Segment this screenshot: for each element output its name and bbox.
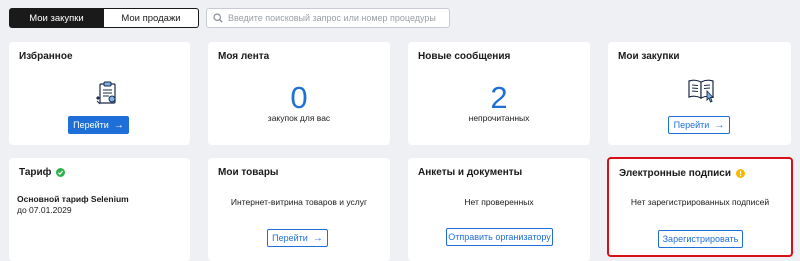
purchases-go-button[interactable]: Перейти → [668, 116, 730, 134]
search-input[interactable] [228, 9, 438, 27]
purchases-card: Мои закупки Перейти → [608, 42, 791, 145]
purchase-sales-toggle: Мои закупки Мои продажи [9, 8, 199, 28]
tab-my-purchases[interactable]: Мои закупки [9, 8, 104, 28]
goods-card: Мои товары Интернет-витрина товаров и ус… [208, 158, 390, 261]
goods-title: Мои товары [218, 167, 279, 178]
feed-title: Моя лента [218, 51, 270, 62]
signatures-title-row: Электронные подписи [619, 168, 745, 179]
feed-caption: закупок для вас [267, 113, 331, 123]
favorites-go-button[interactable]: Перейти → [68, 116, 129, 134]
goods-go-button[interactable]: Перейти → [267, 229, 328, 247]
goods-caption: Интернет-витрина товаров и услуг [230, 197, 368, 207]
arrow-right-icon: → [113, 119, 124, 131]
signatures-caption: Нет зарегистрированных подписей [630, 197, 770, 207]
favorites-title: Избранное [19, 51, 73, 62]
tariff-until: до 07.01.2029 [17, 205, 72, 215]
warning-circle-icon [736, 169, 745, 178]
forms-caption: Нет проверенных [464, 197, 534, 207]
search-field[interactable] [206, 8, 450, 28]
goods-go-label: Перейти [272, 233, 308, 243]
tariff-card: Тариф Основной тариф Selenium до 07.01.2… [9, 158, 190, 261]
messages-caption: непрочитанных [468, 113, 530, 123]
search-icon [213, 13, 223, 23]
check-circle-icon [56, 168, 66, 177]
messages-title: Новые сообщения [418, 51, 511, 62]
messages-count: 2 [490, 80, 508, 115]
send-to-organizer-button[interactable]: Отправить организатору [446, 228, 553, 246]
clipboard-document-icon [96, 81, 116, 105]
purchases-go-label: Перейти [673, 120, 710, 130]
signatures-card: Электронные подписи Нет зарегистрированн… [607, 157, 793, 257]
purchases-title: Мои закупки [618, 51, 680, 62]
tariff-name: Основной тариф Selenium [17, 194, 129, 204]
forms-card: Анкеты и документы Нет проверенных Отпра… [408, 158, 590, 261]
messages-card: Новые сообщения 2 непрочитанных [408, 42, 590, 145]
favorites-card: Избранное Перейти → [9, 42, 190, 145]
arrow-right-icon: → [714, 119, 725, 131]
open-book-icon [688, 79, 715, 103]
tariff-title: Тариф [19, 167, 52, 178]
forms-title: Анкеты и документы [418, 167, 523, 178]
arrow-right-icon: → [312, 232, 323, 244]
signatures-title: Электронные подписи [619, 168, 731, 179]
feed-card: Моя лента 0 закупок для вас [208, 42, 390, 145]
tab-my-sales[interactable]: Мои продажи [104, 8, 199, 28]
feed-count: 0 [290, 80, 308, 115]
favorites-go-label: Перейти [73, 120, 109, 130]
tariff-title-row: Тариф [19, 167, 66, 178]
register-signature-button[interactable]: Зарегистрировать [658, 230, 743, 248]
